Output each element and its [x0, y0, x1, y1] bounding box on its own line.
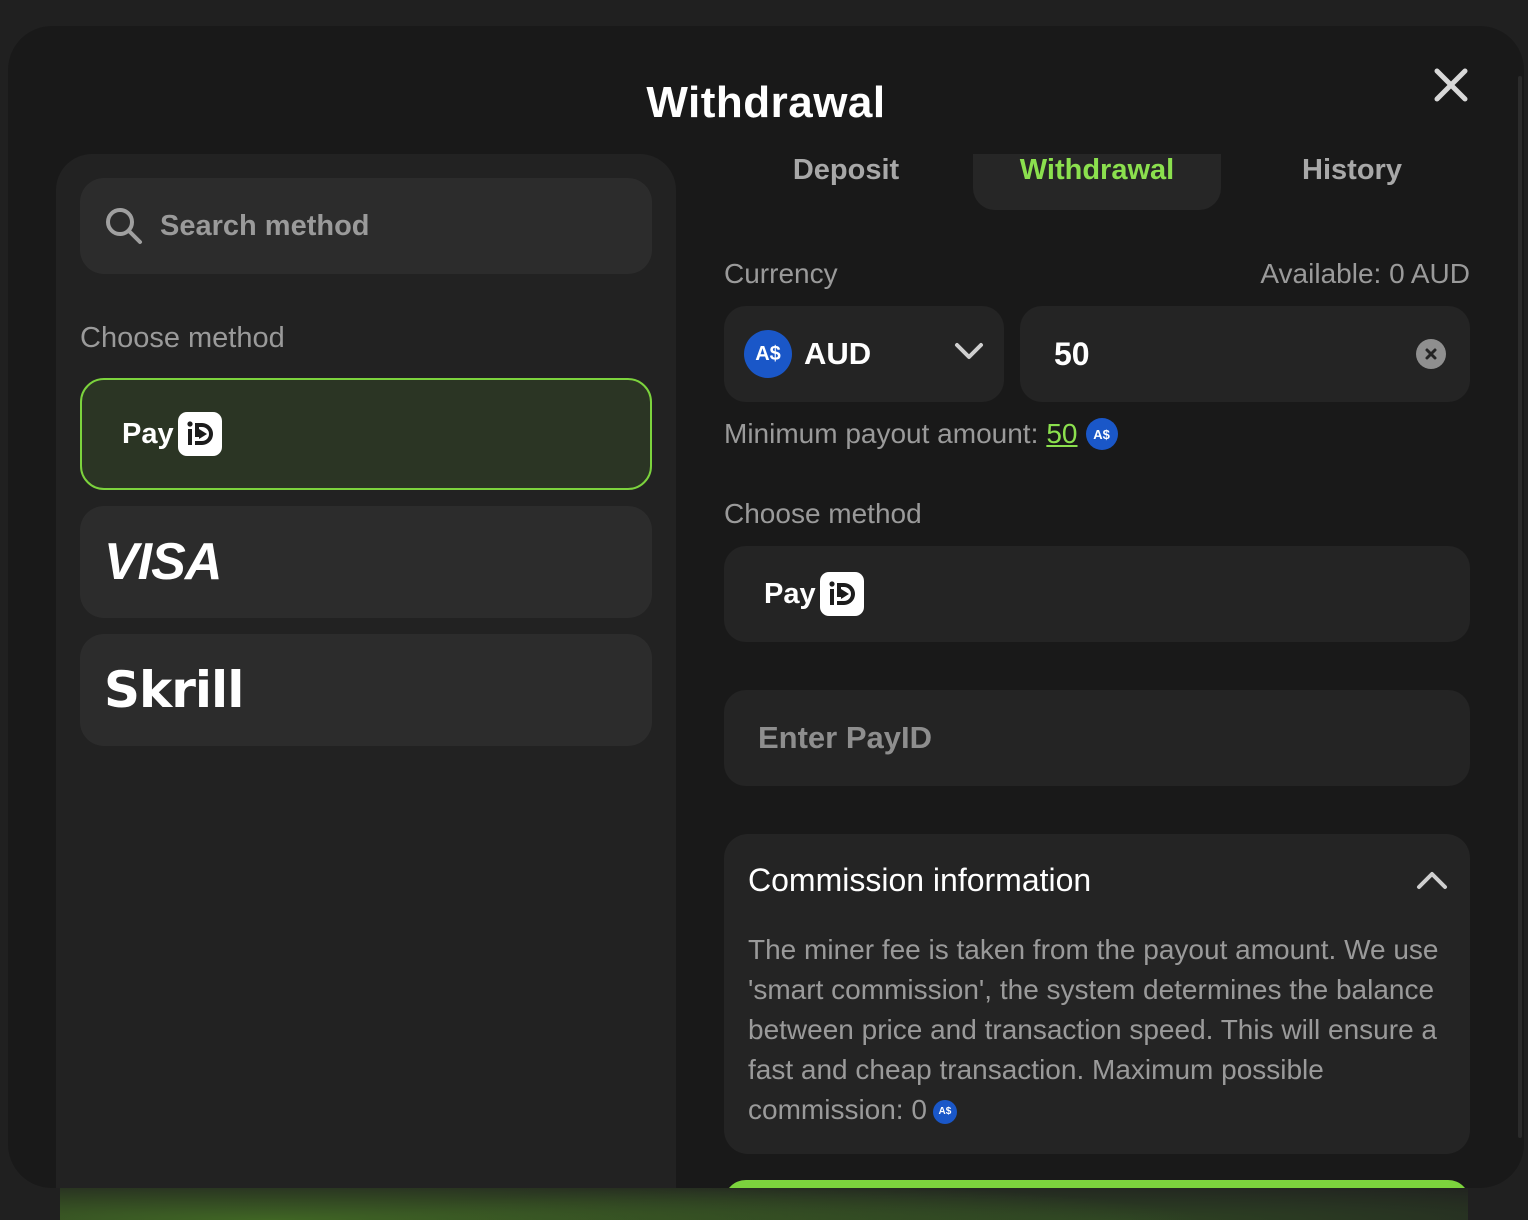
commission-collapse-button[interactable] — [1414, 862, 1450, 898]
currency-code: AUD — [804, 336, 872, 371]
visa-logo: VISA — [104, 533, 222, 591]
search-icon — [106, 208, 142, 244]
aud-coin-icon: A$ — [1085, 418, 1118, 450]
tab-withdrawal[interactable]: Withdrawal — [973, 154, 1221, 210]
tab-deposit[interactable]: Deposit — [746, 154, 946, 210]
available-balance: Available: 0 AUD — [1260, 258, 1470, 289]
payid-field[interactable] — [724, 690, 1470, 786]
modal-title: Withdrawal — [646, 78, 886, 127]
chevron-down-icon — [955, 343, 983, 359]
scrollbar[interactable] — [1518, 76, 1522, 1138]
search-input[interactable] — [160, 209, 620, 243]
withdrawal-modal: Withdrawal Choose method Pay — [8, 26, 1524, 1188]
commission-text-block: The miner fee is taken from the payout a… — [748, 930, 1448, 1130]
commission-title: Commission information — [748, 862, 1092, 898]
tab-bar: Deposit Withdrawal History — [724, 154, 1470, 210]
payid-logo-text: Pay — [764, 577, 816, 610]
clear-amount-button[interactable] — [1416, 339, 1446, 369]
method-sidebar: Choose method Pay VISA Skrill — [56, 154, 676, 1188]
min-payout-link[interactable]: 50 — [1046, 418, 1077, 450]
method-card-payid[interactable]: Pay — [80, 378, 652, 490]
payid-logo: Pay — [122, 412, 222, 456]
clear-icon — [1425, 348, 1437, 360]
tab-history[interactable]: History — [1244, 154, 1460, 210]
payid-input[interactable] — [758, 720, 1418, 756]
submit-button[interactable] — [724, 1180, 1470, 1188]
currency-label: Currency — [724, 258, 838, 289]
amount-field[interactable] — [1020, 306, 1470, 402]
payid-logo: Pay — [764, 572, 864, 616]
min-payout-row: Minimum payout amount: 50 A$ — [724, 416, 1118, 452]
close-button[interactable] — [1428, 62, 1474, 108]
aud-coin-icon: A$ — [744, 330, 792, 378]
aud-coin-icon: A$ — [932, 1099, 957, 1124]
search-box[interactable] — [80, 178, 652, 274]
currency-select[interactable]: A$ AUD — [724, 306, 1004, 402]
choose-method-label-right: Choose method — [724, 498, 922, 529]
method-card-skrill[interactable]: Skrill — [80, 634, 652, 746]
payid-logo-text: Pay — [122, 417, 174, 450]
commission-text: The miner fee is taken from the payout a… — [748, 934, 1439, 1125]
chevron-up-icon — [1417, 872, 1447, 889]
amount-input[interactable] — [1054, 335, 1374, 373]
payid-badge-icon — [819, 572, 864, 616]
choose-method-label: Choose method — [80, 322, 285, 354]
payid-badge-icon — [177, 412, 222, 456]
skrill-logo: Skrill — [104, 661, 244, 719]
min-payout-label: Minimum payout amount: — [724, 418, 1039, 449]
close-icon — [1434, 68, 1468, 102]
selected-method-field[interactable]: Pay — [724, 546, 1470, 642]
method-card-visa[interactable]: VISA — [80, 506, 652, 618]
commission-panel: Commission information The miner fee is … — [724, 834, 1470, 1154]
